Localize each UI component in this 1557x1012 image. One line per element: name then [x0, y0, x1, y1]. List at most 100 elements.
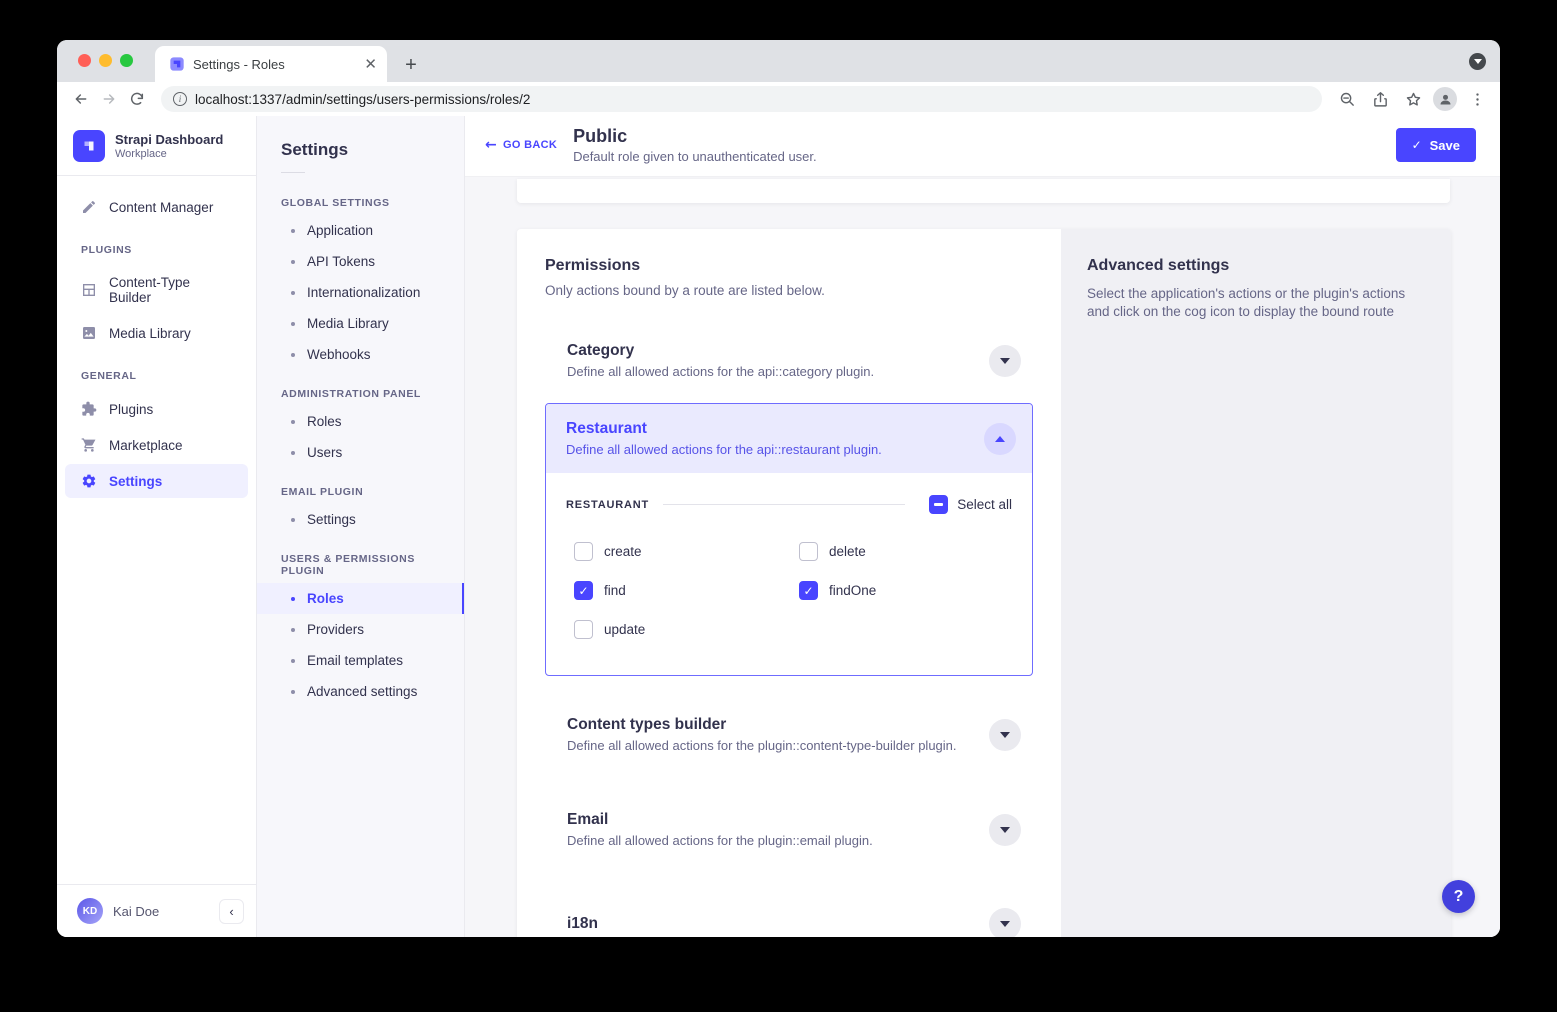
workspace-title: Strapi Dashboard: [115, 132, 223, 148]
subnav-item-label: Email templates: [307, 653, 403, 668]
sidebar-section-plugins: PLUGINS: [57, 226, 256, 264]
subnav-item-application[interactable]: Application: [257, 215, 464, 246]
subnav-item-internationalization[interactable]: Internationalization: [257, 277, 464, 308]
accordion-category[interactable]: Category Define all allowed actions for …: [545, 324, 1033, 397]
select-all-checkbox[interactable]: [929, 495, 948, 514]
permission-update[interactable]: update: [574, 620, 799, 639]
url-bar[interactable]: i localhost:1337/admin/settings/users-pe…: [161, 86, 1322, 112]
close-window-button[interactable]: [78, 54, 91, 67]
subnav-item-providers[interactable]: Providers: [257, 614, 464, 645]
help-button[interactable]: ?: [1442, 880, 1475, 913]
minimize-window-button[interactable]: [99, 54, 112, 67]
user-name: Kai Doe: [113, 904, 209, 919]
window-controls: [78, 54, 133, 67]
pen-icon: [81, 199, 97, 215]
workspace-switcher[interactable]: Strapi Dashboard Workplace: [57, 116, 256, 176]
sidebar-item-content-manager[interactable]: Content Manager: [65, 190, 248, 224]
expand-category-button[interactable]: [989, 345, 1021, 377]
share-icon[interactable]: [1367, 86, 1393, 112]
findone-checkbox[interactable]: [799, 581, 818, 600]
restaurant-header[interactable]: Restaurant Define all allowed actions fo…: [546, 404, 1032, 473]
subnav-item-admin-roles[interactable]: Roles: [257, 406, 464, 437]
select-all-control[interactable]: Select all: [929, 495, 1012, 514]
sidebar-item-label: Media Library: [109, 326, 191, 341]
accordion-email[interactable]: Email Define all allowed actions for the…: [545, 793, 1033, 866]
browser-profile-avatar[interactable]: [1433, 87, 1457, 111]
subnav-item-advanced-settings[interactable]: Advanced settings: [257, 676, 464, 707]
subnav-item-api-tokens[interactable]: API Tokens: [257, 246, 464, 277]
permission-find[interactable]: find: [574, 581, 799, 600]
bullet-icon: [291, 291, 295, 295]
bullet-icon: [291, 353, 295, 357]
bullet-icon: [291, 322, 295, 326]
browser-tab-strip: Settings - Roles ✕ +: [57, 40, 1500, 82]
sidebar-footer: KD Kai Doe ‹: [57, 884, 256, 937]
divider: [663, 504, 905, 505]
advanced-settings-desc: Select the application's actions or the …: [1087, 285, 1417, 321]
go-back-link[interactable]: ← GO BACK: [485, 137, 557, 153]
browser-window: Settings - Roles ✕ + i localhost:1337/ad…: [57, 40, 1500, 937]
save-button[interactable]: ✓ Save: [1396, 128, 1476, 162]
settings-subnav: Settings GLOBAL SETTINGS Application API…: [257, 116, 465, 937]
advanced-settings-title: Advanced settings: [1087, 257, 1425, 275]
zoom-window-button[interactable]: [120, 54, 133, 67]
tab-title: Settings - Roles: [193, 57, 356, 72]
collapse-sidebar-button[interactable]: ‹: [219, 899, 244, 924]
delete-checkbox[interactable]: [799, 542, 818, 561]
expand-email-button[interactable]: [989, 814, 1021, 846]
sidebar-item-plugins[interactable]: Plugins: [65, 392, 248, 426]
find-checkbox[interactable]: [574, 581, 593, 600]
select-all-label: Select all: [957, 497, 1012, 512]
sidebar-item-content-type-builder[interactable]: Content-Type Builder: [65, 266, 248, 314]
new-tab-button[interactable]: +: [397, 51, 425, 79]
update-checkbox[interactable]: [574, 620, 593, 639]
subnav-item-media-library[interactable]: Media Library: [257, 308, 464, 339]
accordion-content-types-builder[interactable]: Content types builder Define all allowed…: [545, 698, 1033, 771]
bullet-icon: [291, 690, 295, 694]
cart-icon: [81, 437, 97, 453]
forward-button[interactable]: [97, 87, 121, 111]
collapse-restaurant-button[interactable]: [984, 423, 1016, 455]
zoom-page-icon[interactable]: [1334, 86, 1360, 112]
tab-close-icon[interactable]: ✕: [364, 57, 377, 72]
check-icon: ✓: [1412, 138, 1422, 152]
strapi-logo: [73, 130, 105, 162]
sidebar-item-marketplace[interactable]: Marketplace: [65, 428, 248, 462]
back-button[interactable]: [69, 87, 93, 111]
chrome-menu-icon[interactable]: [1464, 86, 1490, 112]
subnav-item-label: Roles: [307, 414, 342, 429]
subnav-item-admin-users[interactable]: Users: [257, 437, 464, 468]
user-avatar[interactable]: KD: [77, 898, 103, 924]
browser-tab[interactable]: Settings - Roles ✕: [155, 46, 387, 82]
permission-create[interactable]: create: [574, 542, 799, 561]
subnav-item-label: Media Library: [307, 316, 389, 331]
sidebar-item-settings[interactable]: Settings: [65, 464, 248, 498]
scroll-area[interactable]: Permissions Only actions bound by a rout…: [465, 177, 1500, 937]
subnav-item-up-roles[interactable]: Roles: [257, 583, 464, 614]
expand-content-types-builder-button[interactable]: [989, 719, 1021, 751]
page-header: ← GO BACK Public Default role given to u…: [465, 116, 1500, 177]
expand-i18n-button[interactable]: [989, 908, 1021, 937]
accordion-i18n[interactable]: i18n: [545, 890, 1033, 937]
bullet-icon: [291, 597, 295, 601]
create-checkbox[interactable]: [574, 542, 593, 561]
sidebar-section-general: GENERAL: [57, 352, 256, 390]
sidebar-item-media-library[interactable]: Media Library: [65, 316, 248, 350]
reload-button[interactable]: [125, 87, 149, 111]
subnav-item-webhooks[interactable]: Webhooks: [257, 339, 464, 370]
subnav-item-label: Internationalization: [307, 285, 420, 300]
checkbox-label: update: [604, 622, 645, 637]
permission-findone[interactable]: findOne: [799, 581, 1012, 600]
chrome-chevron-down-icon[interactable]: [1469, 53, 1486, 70]
page-info-icon[interactable]: i: [173, 92, 187, 106]
role-title: Public: [573, 126, 1379, 147]
sidebar-item-label: Settings: [109, 474, 162, 489]
subnav-item-email-templates[interactable]: Email templates: [257, 645, 464, 676]
subnav-item-label: Application: [307, 223, 373, 238]
bookmark-star-icon[interactable]: [1400, 86, 1426, 112]
subnav-title: Settings: [257, 140, 464, 172]
subnav-item-email-settings[interactable]: Settings: [257, 504, 464, 535]
subnav-item-label: Settings: [307, 512, 356, 527]
permission-delete[interactable]: delete: [799, 542, 1012, 561]
role-details-card-bottom: [517, 179, 1450, 203]
